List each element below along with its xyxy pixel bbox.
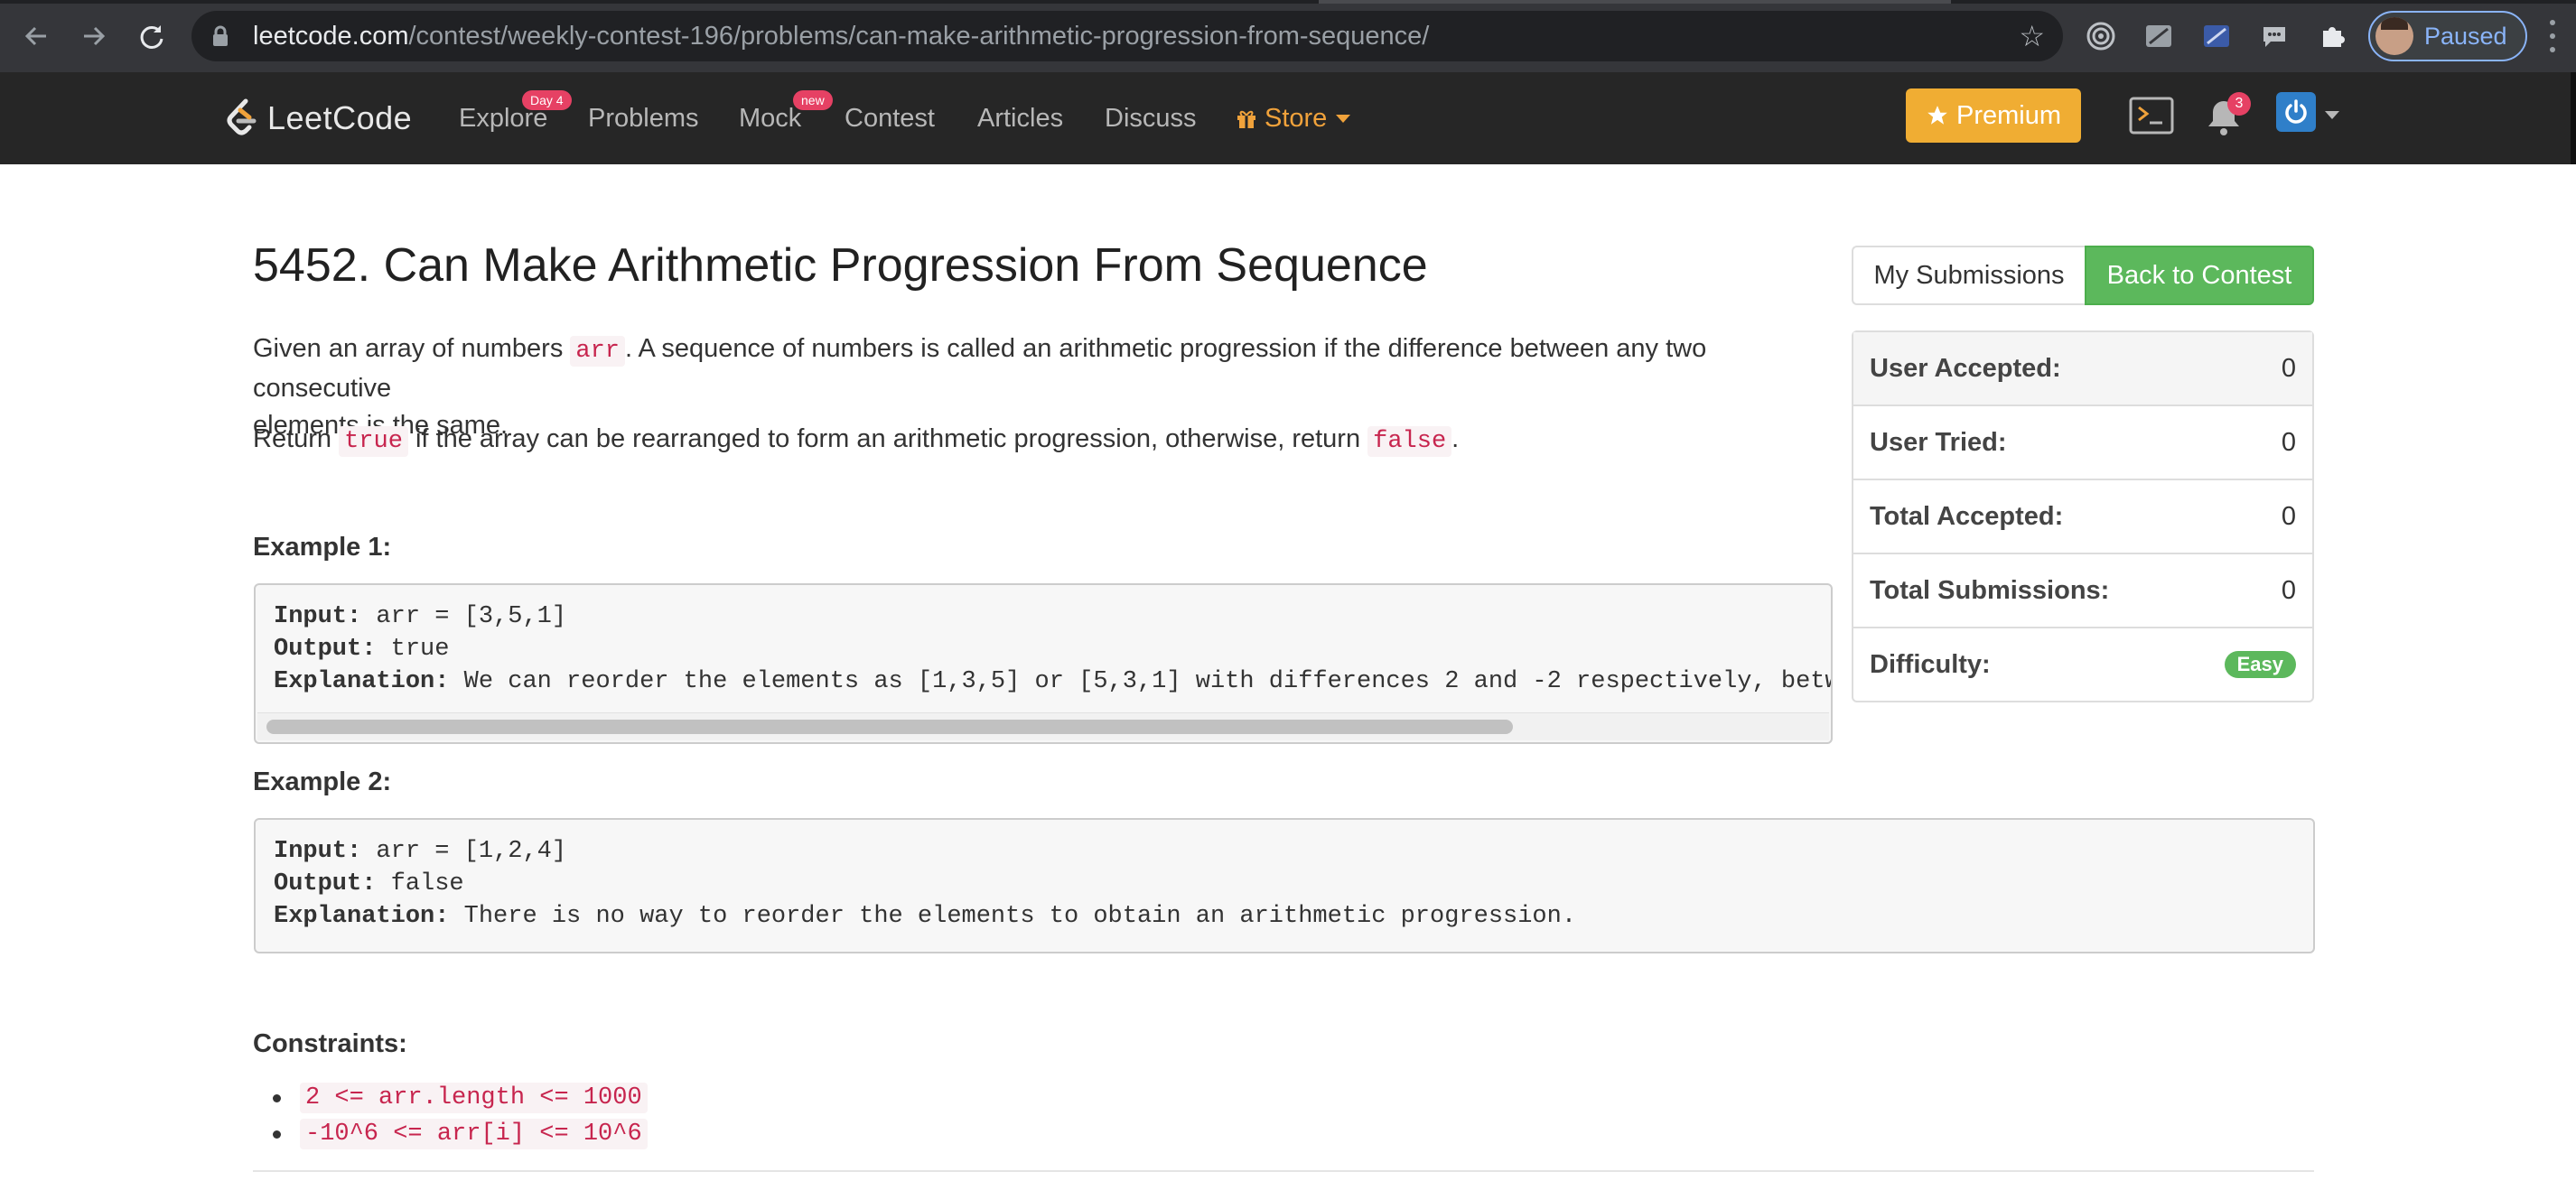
- nav-articles[interactable]: Articles: [977, 72, 1063, 164]
- mock-badge: new: [793, 90, 833, 110]
- stat-row-difficulty: Difficulty: Easy: [1853, 627, 2312, 701]
- nav-discuss[interactable]: Discuss: [1105, 72, 1197, 164]
- nav-explore[interactable]: Explore: [459, 72, 547, 164]
- desc-text: .: [1451, 424, 1460, 453]
- desc-text: Given an array of numbers: [253, 334, 571, 363]
- example-input-line: Input: arr = [3,5,1]: [274, 603, 567, 630]
- browser-toolbar: leetcode.com/contest/weekly-contest-196/…: [0, 0, 2576, 72]
- target-extension-icon[interactable]: [2085, 20, 2117, 52]
- browser-menu-icon[interactable]: [2547, 20, 2558, 52]
- list-item: 2 <= arr.length <= 1000: [273, 1080, 648, 1116]
- reload-icon[interactable]: [134, 18, 170, 54]
- stat-value: 0: [2281, 576, 2296, 605]
- horizontal-scrollbar[interactable]: [257, 712, 1829, 740]
- back-arrow-icon[interactable]: [18, 18, 54, 54]
- back-to-contest-button[interactable]: Back to Contest: [2085, 246, 2314, 305]
- active-tab-indicator: [1319, 0, 1951, 4]
- stat-row-user-accepted: User Accepted: 0: [1853, 332, 2312, 405]
- example-2-block: Input: arr = [1,2,4] Output: false Expla…: [254, 818, 2315, 953]
- premium-button[interactable]: Premium: [1906, 88, 2081, 143]
- site-navbar: LeetCode Explore Day 4 Problems Mock new…: [0, 72, 2576, 164]
- inline-code: true: [339, 426, 408, 457]
- example-output-line: Output: false: [274, 870, 464, 897]
- extension-icon-gray[interactable]: [2142, 20, 2175, 52]
- stat-label: User Accepted:: [1870, 332, 2061, 405]
- stat-label: Total Submissions:: [1870, 576, 2110, 605]
- example-2-heading: Example 2:: [253, 767, 392, 796]
- address-bar[interactable]: leetcode.com/contest/weekly-contest-196/…: [191, 11, 2063, 61]
- logo-text: LeetCode: [267, 99, 413, 136]
- url-text: leetcode.com/contest/weekly-contest-196/…: [253, 22, 1430, 51]
- tab-strip: [0, 0, 2576, 4]
- store-label: Store: [1265, 104, 1328, 133]
- difficulty-badge: Easy: [2224, 651, 2296, 678]
- stat-row-total-accepted: Total Accepted: 0: [1853, 479, 2312, 553]
- inline-code: false: [1367, 426, 1452, 457]
- bookmark-star-icon[interactable]: ☆: [2019, 22, 2045, 51]
- user-menu-chevron-icon[interactable]: [2325, 111, 2339, 119]
- stat-label: User Tried:: [1870, 428, 2007, 457]
- forward-arrow-icon[interactable]: [76, 18, 112, 54]
- difficulty-label: Difficulty:: [1870, 650, 1991, 679]
- stat-value: 0: [2281, 332, 2296, 405]
- nav-store[interactable]: Store: [1236, 72, 1351, 164]
- lock-icon: [211, 25, 229, 51]
- avatar: [2375, 17, 2413, 55]
- example-1-block[interactable]: Input: arr = [3,5,1] Output: true Explan…: [254, 583, 1833, 744]
- premium-label: Premium: [1955, 100, 2061, 130]
- playground-console-icon[interactable]: [2128, 96, 2175, 140]
- example-output-line: Output: true: [274, 636, 450, 663]
- constraint-code: 2 <= arr.length <= 1000: [300, 1083, 648, 1113]
- scrollbar-thumb[interactable]: [266, 720, 1513, 734]
- problem-return-description: Return true if the array can be rearrang…: [253, 421, 1459, 460]
- puzzle-extensions-icon[interactable]: [2316, 20, 2348, 52]
- desc-text: if the array can be rearranged to form a…: [407, 424, 1368, 453]
- leetcode-logo[interactable]: LeetCode: [224, 94, 412, 143]
- desc-text: Return: [253, 424, 340, 453]
- example-input-line: Input: arr = [1,2,4]: [274, 838, 567, 865]
- nav-problems[interactable]: Problems: [588, 72, 699, 164]
- explore-badge: Day 4: [522, 90, 572, 110]
- divider: [253, 1170, 2314, 1172]
- stat-value: 0: [2281, 428, 2296, 457]
- example-1-heading: Example 1:: [253, 533, 392, 562]
- extension-icon-blue[interactable]: [2200, 20, 2233, 52]
- leetcode-logo-icon: [227, 98, 257, 135]
- constraints-heading: Constraints:: [253, 1029, 407, 1058]
- constraint-code: -10^6 <= arr[i] <= 10^6: [300, 1119, 648, 1149]
- navbar-edge: [2571, 72, 2576, 164]
- stat-value: 0: [2281, 502, 2296, 531]
- chat-extension-icon[interactable]: [2258, 20, 2291, 52]
- nav-contest[interactable]: Contest: [845, 72, 935, 164]
- gift-icon: [1237, 110, 1255, 128]
- stat-row-user-tried: User Tried: 0: [1853, 405, 2312, 479]
- notification-count-badge: 3: [2227, 92, 2251, 116]
- example-explanation-line: Explanation: There is no way to reorder …: [274, 903, 1577, 930]
- stat-row-total-submissions: Total Submissions: 0: [1853, 553, 2312, 627]
- star-icon: [1927, 106, 1947, 125]
- user-menu-power-icon[interactable]: [2276, 92, 2316, 132]
- example-explanation-line: Explanation: We can reorder the elements…: [274, 668, 1833, 695]
- nav-mock[interactable]: Mock: [739, 72, 801, 164]
- my-submissions-button[interactable]: My Submissions: [1852, 246, 2085, 305]
- inline-code: arr: [570, 336, 625, 367]
- profile-button[interactable]: Paused: [2368, 11, 2527, 61]
- chevron-down-icon: [1336, 114, 1351, 123]
- list-item: -10^6 <= arr[i] <= 10^6: [273, 1116, 648, 1152]
- constraints-list: 2 <= arr.length <= 1000 -10^6 <= arr[i] …: [273, 1080, 648, 1152]
- problem-stats-panel: User Accepted: 0 User Tried: 0 Total Acc…: [1852, 330, 2314, 702]
- profile-status-label: Paused: [2424, 23, 2507, 50]
- problem-title: 5452. Can Make Arithmetic Progression Fr…: [253, 239, 1428, 292]
- stat-label: Total Accepted:: [1870, 502, 2064, 531]
